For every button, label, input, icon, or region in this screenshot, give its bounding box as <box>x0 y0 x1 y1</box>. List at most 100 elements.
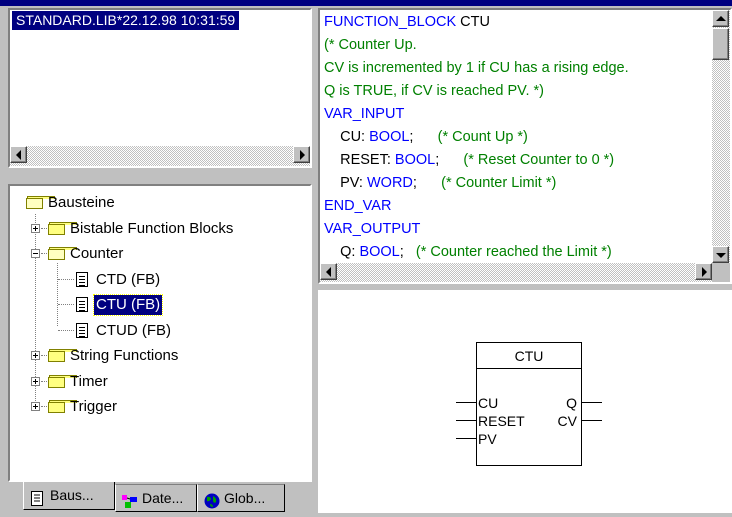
library-hscrollbar[interactable] <box>10 146 310 166</box>
tab-label: Date... <box>142 490 184 506</box>
tree-item-counter[interactable]: Counter <box>10 243 310 265</box>
input-pin-label: CU <box>478 395 499 411</box>
tree-connector-line <box>57 263 59 326</box>
code-line[interactable]: PV: WORD; (* Counter Limit *) <box>324 172 556 195</box>
code-comment: CV is incremented by 1 if CU has a risin… <box>324 60 629 76</box>
expand-icon[interactable] <box>31 223 40 233</box>
input-pin-label: PV <box>478 431 497 447</box>
collapse-icon[interactable] <box>31 249 40 258</box>
tree-item-label: CTU (FB) <box>92 294 164 316</box>
code-line[interactable]: VAR_INPUT <box>324 103 404 126</box>
datatype-icon <box>122 491 137 508</box>
code-text: CTU <box>460 14 490 30</box>
tree-item-label: Bistable Function Blocks <box>70 219 234 237</box>
scroll-up-button[interactable] <box>712 10 729 27</box>
input-pin-line <box>456 438 476 439</box>
code-line[interactable]: RESET: BOOL; (* Reset Counter to 0 *) <box>324 149 614 172</box>
scroll-left-button[interactable] <box>10 146 27 163</box>
code-keyword: BOOL <box>369 129 410 145</box>
tree-connector-line <box>41 406 47 408</box>
output-pin-line <box>582 402 602 403</box>
scroll-thumb[interactable] <box>712 28 729 60</box>
arrow-right-icon <box>300 150 305 160</box>
arrow-down-icon <box>716 253 726 258</box>
code-text: ; <box>399 244 416 260</box>
code-text: ; <box>435 152 464 168</box>
code-keyword: FUNCTION_BLOCK <box>324 14 461 30</box>
code-line[interactable]: Q is TRUE, if CV is reached PV. *) <box>324 80 544 103</box>
tree-item-trigger[interactable]: Trigger <box>10 396 310 418</box>
folder-icon <box>26 196 55 210</box>
block-name: CTU <box>514 348 544 364</box>
tree-item-string-functions[interactable]: String Functions <box>10 345 310 367</box>
code-line[interactable]: VAR_OUTPUT <box>324 218 420 241</box>
tree-item-ctud[interactable]: CTUD (FB) <box>10 320 310 342</box>
code-keyword: WORD <box>366 175 413 191</box>
document-icon <box>76 322 88 338</box>
code-line[interactable]: END_VAR <box>324 195 391 218</box>
scroll-right-button[interactable] <box>293 146 310 163</box>
tree-connector-line <box>41 253 47 255</box>
tab-baus[interactable]: Baus... <box>23 482 115 510</box>
code-keyword: END_VAR <box>324 198 392 214</box>
code-text: PV: <box>324 175 367 191</box>
code-keyword: BOOL <box>394 152 436 168</box>
output-pin-line <box>582 420 602 421</box>
scroll-right-button[interactable] <box>695 263 712 280</box>
globe-icon <box>204 491 220 509</box>
tree-item-label: String Functions <box>70 347 179 364</box>
graphic-view[interactable]: CTU CU RESET PV Q CV <box>318 290 732 513</box>
tree-item-bistable-function-blocks[interactable]: Bistable Function Blocks <box>10 218 310 240</box>
code-keyword: VAR_OUTPUT <box>324 221 421 237</box>
function-block-box[interactable]: CTU CU RESET PV Q CV <box>476 342 582 466</box>
code-comment: (* Counter Limit *) <box>441 175 557 191</box>
arrow-up-icon <box>716 16 726 21</box>
output-pin-label: CV <box>557 413 577 429</box>
code-line[interactable]: Q: BOOL; (* Counter reached the Limit *) <box>324 241 612 262</box>
arrow-left-icon <box>326 267 331 277</box>
tree-connector-line <box>41 355 47 357</box>
code-comment: (* Count Up *) <box>437 129 528 145</box>
folder-icon <box>48 400 77 414</box>
code-text: CU: <box>324 129 370 145</box>
tree-root[interactable]: Bausteine <box>10 192 310 214</box>
folder-icon <box>48 374 77 389</box>
scroll-left-button[interactable] <box>320 263 337 280</box>
tree-connector-line <box>41 380 47 383</box>
tree-item-label: CTUD (FB) <box>96 321 171 339</box>
scroll-corner <box>712 263 730 282</box>
tree-item-timer[interactable]: Timer <box>10 371 310 393</box>
tree-item-label: Bausteine <box>48 194 115 211</box>
object-tree[interactable]: Bausteine Bistable Function Blocks Counter… <box>8 184 312 482</box>
document-icon <box>30 488 44 506</box>
block-header-divider <box>477 368 581 369</box>
tree-item-label: Timer <box>70 372 108 390</box>
tree-connector-line <box>58 304 74 306</box>
expand-icon[interactable] <box>31 402 40 411</box>
code-comment: (* Reset Counter to 0 *) <box>463 152 615 168</box>
tab-date[interactable]: Date... <box>115 484 197 512</box>
code-hscrollbar[interactable] <box>320 263 712 282</box>
document-icon <box>76 271 88 287</box>
tree-connector-line <box>58 329 74 332</box>
code-keyword: BOOL <box>359 244 400 260</box>
library-item[interactable]: STANDARD.LIB*22.12.98 10:31:59 <box>12 11 240 30</box>
code-line[interactable]: CV is incremented by 1 if CU has a risin… <box>324 57 629 80</box>
code-line[interactable]: (* Counter Up. <box>324 34 417 57</box>
arrow-right-icon <box>702 267 707 277</box>
scroll-down-button[interactable] <box>712 246 729 263</box>
tab-label: Glob... <box>224 490 266 506</box>
declaration-editor[interactable]: FUNCTION_BLOCK CTU (* Counter Up. CV is in… <box>318 8 732 284</box>
folder-icon <box>48 221 77 236</box>
expand-icon[interactable] <box>31 351 40 360</box>
code-line[interactable]: CU: BOOL; (* Count Up *) <box>324 126 528 149</box>
code-line[interactable]: FUNCTION_BLOCK CTU <box>324 11 490 34</box>
expand-icon[interactable] <box>31 376 40 386</box>
tree-item-ctd[interactable]: CTD (FB) <box>10 269 310 291</box>
library-list[interactable]: STANDARD.LIB*22.12.98 10:31:59 <box>8 8 312 168</box>
folder-icon <box>48 247 77 261</box>
tab-glob[interactable]: Glob... <box>197 484 285 512</box>
code-vscrollbar[interactable] <box>712 10 730 263</box>
title-bar-strip <box>0 0 732 6</box>
tree-item-ctu[interactable]: CTU (FB) <box>10 294 310 316</box>
